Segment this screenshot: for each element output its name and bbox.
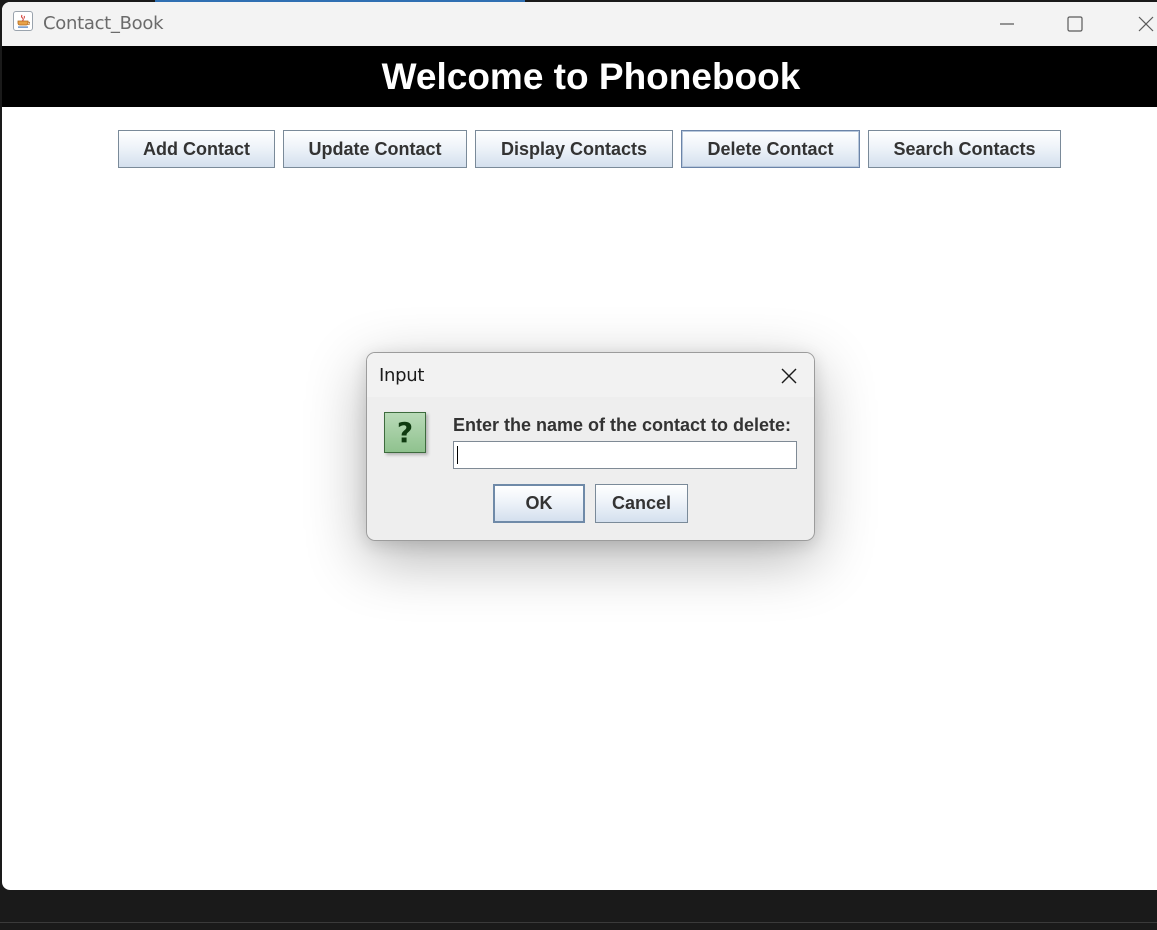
update-contact-button[interactable]: Update Contact [283,130,467,168]
window-titlebar[interactable]: Contact_Book [2,2,1157,46]
prompt-label: Enter the name of the contact to delete: [453,415,792,435]
java-cup-icon[interactable] [13,11,33,31]
ok-button[interactable]: OK [493,484,585,523]
contact-name-input[interactable] [453,441,797,469]
display-contacts-button[interactable]: Display Contacts [475,130,673,168]
window-title: Contact_Book [43,13,164,34]
welcome-header: Welcome to Phonebook [2,46,1157,107]
minimize-icon[interactable] [992,10,1022,38]
close-icon[interactable] [1130,10,1157,38]
maximize-icon[interactable] [1060,10,1090,38]
delete-contact-button[interactable]: Delete Contact [681,130,860,168]
question-icon: ? [384,412,426,453]
add-contact-button[interactable]: Add Contact [118,130,275,168]
page-title: Welcome to Phonebook [381,56,801,97]
close-icon[interactable] [776,363,802,389]
input-dialog: Input ? Enter the name of the contact to… [366,352,815,541]
taskbar-divider [0,922,1157,923]
dialog-title: Input [379,365,425,386]
text-caret [457,446,458,464]
dialog-titlebar[interactable]: Input [367,353,814,397]
cancel-button[interactable]: Cancel [595,484,688,523]
desktop-background: Contact_Book Welcome to Phonebook Add Co… [0,0,1157,930]
search-contacts-button[interactable]: Search Contacts [868,130,1061,168]
